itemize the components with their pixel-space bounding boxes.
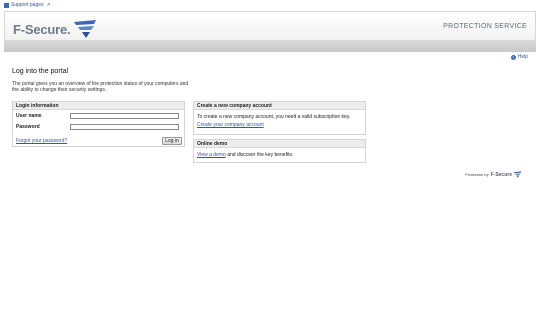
header-divider-bar <box>4 41 536 52</box>
external-link-icon: ⇗ <box>46 2 51 8</box>
support-icon <box>4 2 9 8</box>
protection-by-label: Protection by <box>465 172 489 177</box>
footer-fsecure-bird-icon <box>513 171 522 178</box>
intro-text: The portal gives you an overview of the … <box>12 81 189 93</box>
protection-by-footer: Protection by F-Secure <box>465 171 522 178</box>
fsecure-bird-icon <box>74 20 97 38</box>
top-links-bar: Support pages ⇗ <box>0 0 540 10</box>
support-pages-link[interactable]: Support pages <box>11 2 44 8</box>
forgot-password-link[interactable]: Forgot your password? <box>16 138 67 144</box>
page-title: Log into the portal <box>12 68 69 75</box>
create-account-header: Create a new company account <box>194 102 365 110</box>
help-icon: ? <box>510 54 516 60</box>
login-panel-header: Login information <box>13 102 184 110</box>
create-account-link[interactable]: Create your company account <box>197 122 264 128</box>
create-account-text: To create a new company account, you nee… <box>197 114 351 120</box>
online-demo-header: Online demo <box>194 140 365 148</box>
footer-brand: F-Secure <box>490 171 512 178</box>
password-input[interactable] <box>70 124 179 130</box>
username-label: User name <box>16 113 42 119</box>
login-button[interactable]: Log in <box>162 137 182 145</box>
help-link[interactable]: ? Help <box>510 54 528 60</box>
help-label: Help <box>517 54 528 60</box>
service-title: PROTECTION SERVICE <box>443 23 527 30</box>
fsecure-logo[interactable]: F-Secure. <box>13 19 98 39</box>
view-demo-link[interactable]: View a demo <box>197 152 226 158</box>
online-demo-text: View a demo and discover the key benefit… <box>197 152 293 158</box>
create-account-panel: Create a new company account To create a… <box>193 101 366 135</box>
username-input[interactable] <box>70 113 179 119</box>
demo-benefits-text: and discover the key benefits. <box>225 152 294 158</box>
password-label: Password <box>16 124 40 130</box>
logo-text: F-Secure. <box>13 21 71 37</box>
login-panel: Login information User name Password For… <box>12 101 185 147</box>
online-demo-panel: Online demo View a demo and discover the… <box>193 139 366 163</box>
page-header: F-Secure. PROTECTION SERVICE <box>4 11 536 41</box>
